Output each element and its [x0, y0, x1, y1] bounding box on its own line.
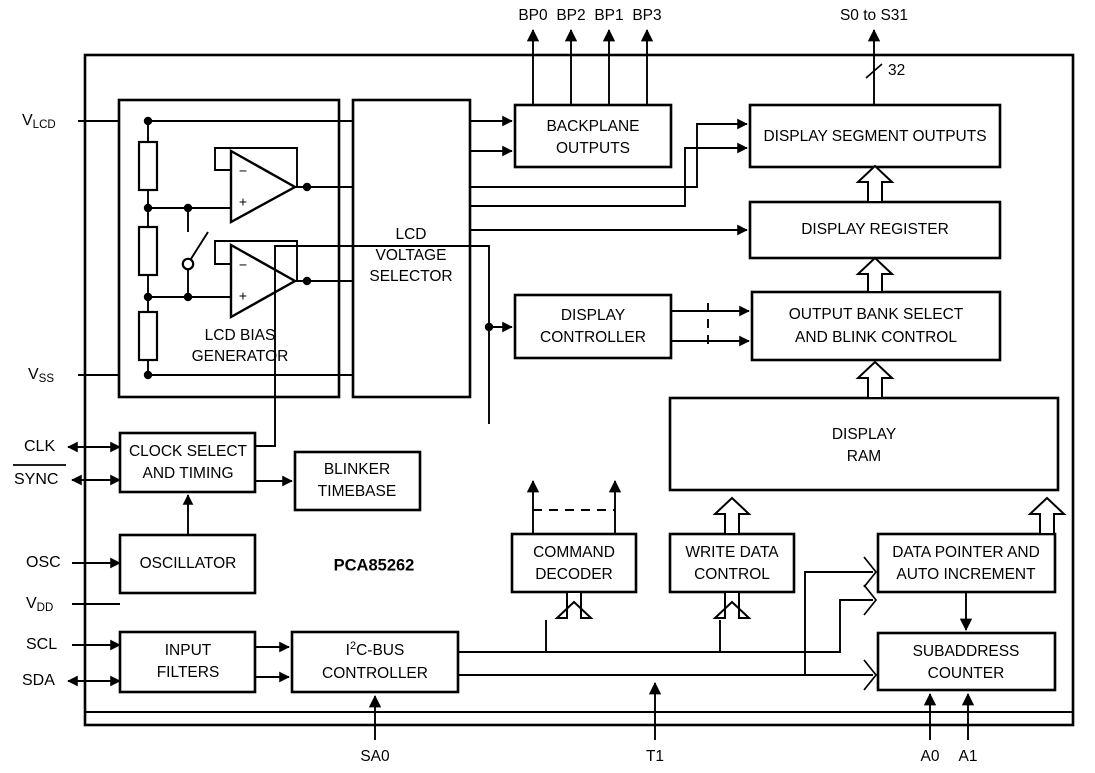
block-clock-select-and-timing[interactable]	[118, 431, 257, 494]
block-label-lcd-bias-generator-line2: GENERATOR	[192, 348, 289, 365]
bias-node-switch-upper	[183, 203, 193, 213]
block-label-display-segment-outputs: DISPLAY SEGMENT OUTPUTS	[763, 128, 986, 145]
block-label-backplane-outputs-line2: OUTPUTS	[556, 140, 630, 157]
pin-label-t1: T1	[646, 748, 664, 765]
bias-resistor-1	[137, 140, 159, 192]
pin-label-a1: A1	[959, 748, 978, 765]
block-i2c-bus-controller[interactable]	[290, 630, 460, 694]
block-label-blinker-timebase-line1: BLINKER	[324, 461, 390, 478]
block-label-command-decoder-line2: DECODER	[535, 566, 613, 583]
block-label-display-ram-line1: DISPLAY	[832, 426, 896, 443]
hollow-arrow-bankselect-to-register	[855, 256, 895, 293]
block-write-data-control[interactable]	[668, 532, 796, 594]
block-label-input-filters-line2: FILTERS	[157, 664, 220, 681]
hollow-arrow-i2c-to-write-data	[712, 591, 752, 619]
opamp-upper-minus: −	[239, 163, 247, 179]
bias-resistor-3	[137, 310, 159, 362]
pin-label-bp1: BP1	[594, 7, 623, 24]
bias-node-lower	[143, 292, 153, 302]
block-label-write-data-control-line2: CONTROL	[694, 566, 770, 583]
opamp-upper-out-node	[302, 182, 312, 192]
pin-label-bp3: BP3	[632, 7, 661, 24]
pin-label-osc: OSC	[26, 554, 61, 571]
opamp-lower-minus: −	[239, 257, 247, 273]
opamp-lower-out-node	[302, 276, 312, 286]
block-label-backplane-outputs-line1: BACKPLANE	[546, 118, 639, 135]
block-label-lcd-voltage-selector-line3: SELECTOR	[369, 268, 452, 285]
opamp-upper-plus: +	[239, 194, 247, 210]
pin-label-bp0: BP0	[518, 7, 548, 24]
hollow-arrow-register-to-segoutputs	[855, 164, 895, 203]
bias-resistor-2	[137, 225, 159, 277]
hollow-arrow-i2c-to-command-decoder	[554, 591, 594, 619]
block-label-command-decoder-line1: COMMAND	[533, 544, 615, 561]
block-label-data-pointer-line1: DATA POINTER AND	[892, 544, 1040, 561]
block-label-data-pointer-line2: AUTO INCREMENT	[896, 566, 1036, 583]
hollow-arrow-ram-to-bankselect	[855, 360, 895, 399]
pin-label-vlcd: VLCD	[22, 112, 56, 131]
block-label-oscillator: OSCILLATOR	[140, 555, 237, 572]
chip-part-number-label: PCA85262	[334, 556, 415, 574]
bias-node-upper	[143, 203, 153, 213]
block-label-display-controller-line2: CONTROLLER	[540, 329, 646, 346]
block-label-blinker-timebase-line2: TIMEBASE	[318, 483, 396, 500]
block-label-i2c-controller-line2: CONTROLLER	[322, 665, 428, 682]
pin-label-vdd: VDD	[26, 595, 53, 614]
bias-switch-pivot-icon[interactable]	[181, 257, 195, 271]
block-output-bank-select[interactable]	[750, 290, 1002, 362]
pin-label-sync: SYNC	[14, 471, 58, 488]
pca85262-block-diagram: BP0 BP2 BP1 BP3 S0 to S31 32 VLCD VSS CL…	[13, 7, 1075, 765]
pin-label-sa0: SA0	[360, 748, 390, 765]
pin-label-sda: SDA	[22, 672, 55, 689]
block-label-subaddress-counter-line1: SUBADDRESS	[913, 643, 1020, 660]
block-label-display-register: DISPLAY REGISTER	[801, 221, 949, 238]
block-label-input-filters-line1: INPUT	[165, 642, 212, 659]
block-label-lcd-bias-generator-line1: LCD BIAS	[205, 327, 276, 344]
opamp-lower-plus: +	[239, 288, 247, 304]
block-label-write-data-control-line1: WRITE DATA	[685, 544, 779, 561]
block-label-clock-select-line2: AND TIMING	[143, 465, 234, 482]
block-label-clock-select-line1: CLOCK SELECT	[129, 443, 248, 460]
pin-label-scl: SCL	[26, 636, 57, 653]
hollow-arrow-datapointer-to-ram	[1027, 496, 1067, 535]
block-label-output-bank-select-line1: OUTPUT BANK SELECT	[789, 306, 964, 323]
block-label-lcd-voltage-selector-line2: VOLTAGE	[376, 247, 447, 264]
hollow-arrow-writedata-to-ram	[712, 496, 752, 535]
block-command-decoder[interactable]	[510, 532, 638, 594]
block-label-display-ram-line2: RAM	[847, 448, 881, 465]
i2c-label-post: C-BUS	[356, 642, 404, 659]
wire-i2c-branch-datapointer-2	[804, 571, 873, 675]
block-data-pointer-auto-increment[interactable]	[876, 532, 1057, 594]
block-label-subaddress-counter-line2: COUNTER	[928, 665, 1005, 682]
bus-width-label: 32	[888, 62, 905, 79]
wire-i2c-bus-upper	[458, 599, 873, 653]
block-display-ram[interactable]	[668, 396, 1060, 492]
pin-label-a0: A0	[921, 748, 940, 765]
block-label-lcd-voltage-selector-line1: LCD	[395, 226, 426, 243]
bias-node-switch-lower	[183, 292, 193, 302]
block-label-display-controller-line1: DISPLAY	[561, 307, 625, 324]
pin-label-vss: VSS	[28, 366, 54, 385]
pin-label-bp2: BP2	[556, 7, 585, 24]
block-display-controller[interactable]	[513, 293, 673, 360]
block-input-filters[interactable]	[118, 630, 257, 694]
block-label-output-bank-select-line2: AND BLINK CONTROL	[795, 329, 957, 346]
pin-label-segments: S0 to S31	[840, 7, 908, 24]
block-backplane-outputs[interactable]	[513, 103, 673, 169]
block-diagram-canvas: BP0 BP2 BP1 BP3 S0 to S31 32 VLCD VSS CL…	[0, 0, 1095, 773]
pin-label-clk: CLK	[24, 438, 55, 455]
